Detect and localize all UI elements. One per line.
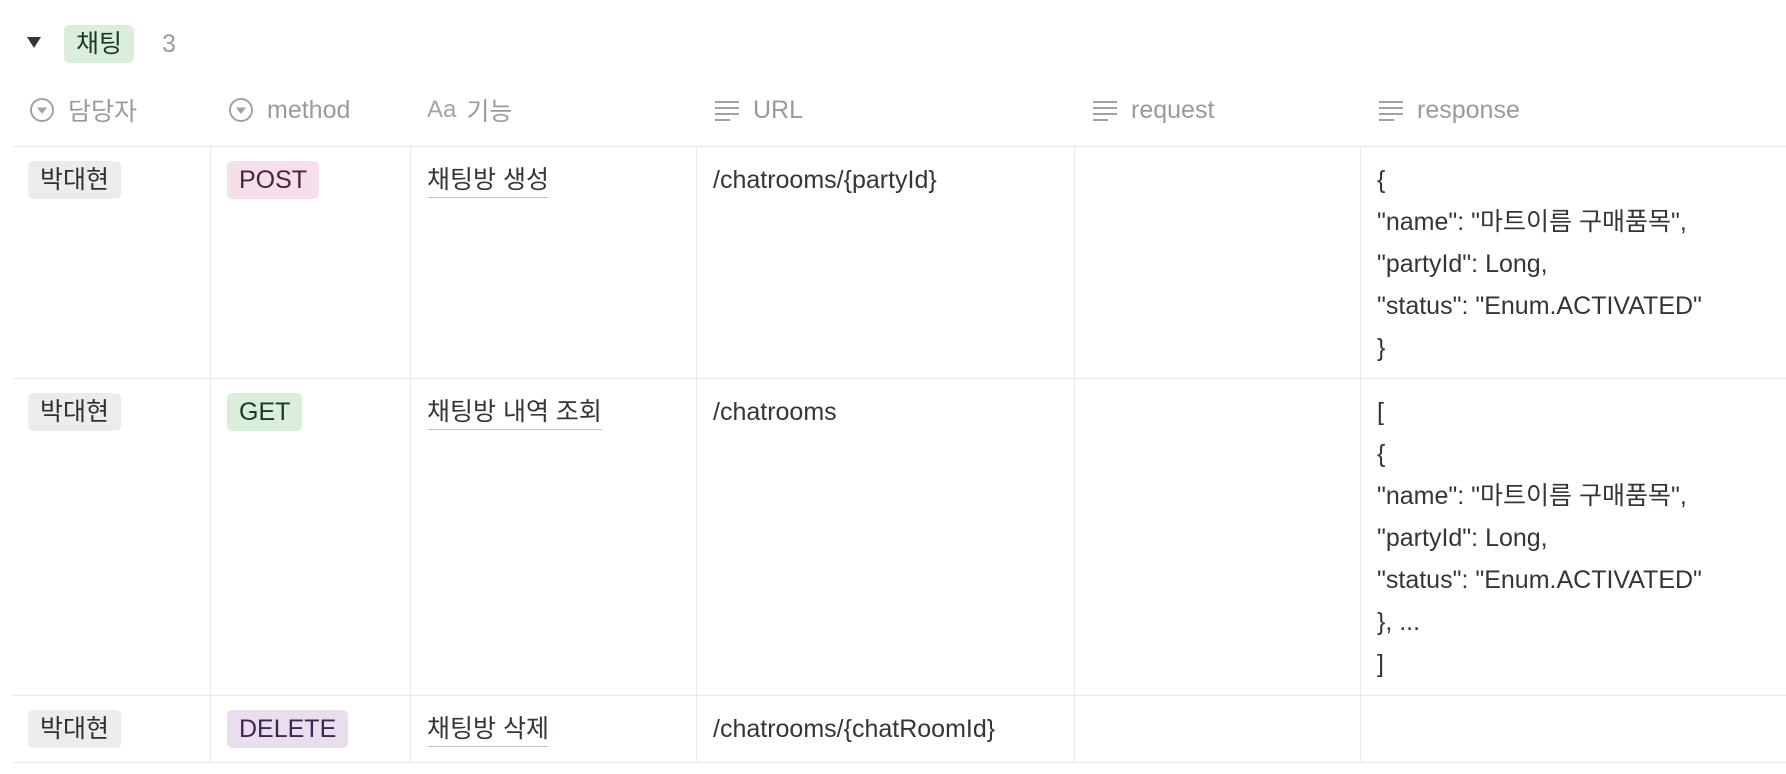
cell-request[interactable]	[1075, 147, 1361, 378]
method-tag: POST	[227, 161, 320, 199]
column-label: response	[1417, 95, 1520, 124]
response-line: [	[1377, 398, 1384, 426]
column-label: request	[1131, 95, 1215, 124]
table-header: 담당자 method Aa 기능 URL request response	[12, 74, 1786, 147]
url-text: /chatrooms	[713, 398, 837, 426]
response-line: }	[1377, 334, 1386, 362]
column-header-response[interactable]: response	[1361, 74, 1786, 146]
response-line: "name": "마트이름 구매품목",	[1377, 208, 1687, 236]
method-tag: DELETE	[227, 710, 349, 748]
cell-owner[interactable]: 박대현	[12, 379, 211, 695]
cell-method[interactable]: DELETE	[211, 696, 411, 762]
column-header-method[interactable]: method	[211, 74, 411, 146]
method-tag: GET	[227, 393, 303, 431]
cell-method[interactable]: GET	[211, 379, 411, 695]
cell-url[interactable]: /chatrooms	[697, 379, 1075, 695]
feature-title-link[interactable]: 채팅방 삭제	[427, 712, 549, 747]
cell-response[interactable]	[1361, 696, 1786, 762]
column-header-feature[interactable]: Aa 기능	[411, 74, 697, 146]
feature-title-link[interactable]: 채팅방 내역 조회	[427, 395, 602, 430]
response-line: "name": "마트이름 구매품목",	[1377, 482, 1687, 510]
column-label: method	[267, 95, 351, 124]
response-line: "partyId": Long,	[1377, 250, 1548, 278]
cell-response[interactable]: { "name": "마트이름 구매품목", "partyId": Long, …	[1361, 147, 1786, 378]
column-label: URL	[753, 95, 804, 124]
cell-owner[interactable]: 박대현	[12, 696, 211, 762]
cell-feature[interactable]: 채팅방 삭제	[411, 696, 697, 762]
text-lines-icon	[1377, 96, 1405, 124]
response-line: {	[1377, 166, 1386, 194]
feature-title-link[interactable]: 채팅방 생성	[427, 163, 549, 198]
title-icon: Aa	[427, 96, 457, 123]
cell-request[interactable]	[1075, 379, 1361, 695]
group-toggle[interactable]	[22, 32, 46, 56]
column-label: 담당자	[68, 98, 138, 126]
table-row[interactable]: 박대현 GET 채팅방 내역 조회 /chatrooms [ { "name":…	[12, 379, 1786, 696]
cell-response[interactable]: [ { "name": "마트이름 구매품목", "partyId": Long…	[1361, 379, 1786, 695]
select-icon	[227, 96, 255, 124]
cell-url[interactable]: /chatrooms/{partyId}	[697, 147, 1075, 378]
table-row[interactable]: 박대현 POST 채팅방 생성 /chatrooms/{partyId} { "…	[12, 147, 1786, 379]
column-label: 기능	[466, 98, 513, 126]
response-line: "status": "Enum.ACTIVATED"	[1377, 292, 1702, 320]
column-header-request[interactable]: request	[1075, 74, 1361, 146]
table-row[interactable]: 박대현 DELETE 채팅방 삭제 /chatrooms/{chatRoomId…	[12, 696, 1786, 763]
group-label[interactable]: 채팅	[64, 25, 135, 63]
response-line: }, ...	[1377, 608, 1421, 636]
column-header-url[interactable]: URL	[697, 74, 1075, 146]
database-table: 담당자 method Aa 기능 URL request response 박대…	[12, 74, 1786, 763]
text-lines-icon	[1091, 96, 1119, 124]
select-icon	[28, 96, 56, 124]
cell-request[interactable]	[1075, 696, 1361, 762]
response-line: "status": "Enum.ACTIVATED"	[1377, 566, 1702, 594]
group-count: 3	[162, 29, 176, 58]
text-lines-icon	[713, 96, 741, 124]
url-text: /chatrooms/{partyId}	[713, 166, 937, 194]
cell-method[interactable]: POST	[211, 147, 411, 378]
owner-tag: 박대현	[28, 161, 122, 199]
group-header: 채팅 3	[22, 24, 176, 64]
owner-tag: 박대현	[28, 710, 122, 748]
cell-feature[interactable]: 채팅방 내역 조회	[411, 379, 697, 695]
triangle-down-icon	[25, 33, 43, 56]
response-line: {	[1377, 440, 1386, 468]
cell-owner[interactable]: 박대현	[12, 147, 211, 378]
column-header-owner[interactable]: 담당자	[12, 74, 211, 146]
owner-tag: 박대현	[28, 393, 122, 431]
url-text: /chatrooms/{chatRoomId}	[713, 715, 996, 743]
cell-url[interactable]: /chatrooms/{chatRoomId}	[697, 696, 1075, 762]
response-line: "partyId": Long,	[1377, 524, 1548, 552]
cell-feature[interactable]: 채팅방 생성	[411, 147, 697, 378]
response-line: ]	[1377, 650, 1384, 678]
